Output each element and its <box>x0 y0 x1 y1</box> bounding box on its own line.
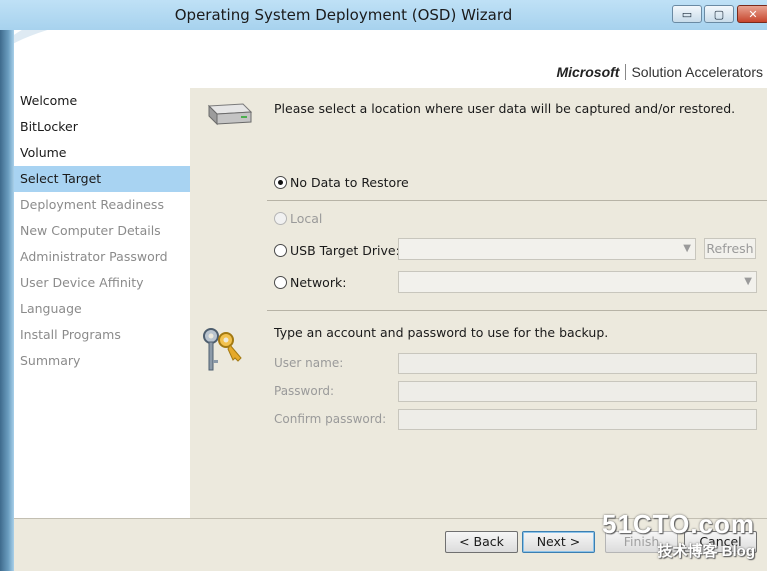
keys-icon <box>203 328 242 371</box>
brand-logo: Microsoft Solution Accelerators <box>556 64 763 80</box>
content-panel <box>190 88 767 518</box>
divider <box>267 310 767 311</box>
sidebar-item-bitlocker[interactable]: BitLocker <box>14 114 190 140</box>
confirm-password-label: Confirm password: <box>274 412 387 426</box>
sidebar-item-new-computer-details: New Computer Details <box>20 223 161 238</box>
chevron-down-icon: ▼ <box>744 276 752 287</box>
usb-drive-select: ▼ <box>398 238 696 260</box>
window-title: Operating System Deployment (OSD) Wizard <box>174 6 513 24</box>
no-data-label[interactable]: No Data to Restore <box>290 175 409 190</box>
back-button[interactable]: < Back <box>445 531 518 553</box>
watermark-line1: 51CTO.com <box>601 509 755 539</box>
username-label: User name: <box>274 356 344 370</box>
network-radio[interactable]: Network: <box>274 275 346 290</box>
location-prompt: Please select a location where user data… <box>274 101 736 116</box>
radio-icon <box>274 212 287 225</box>
password-input <box>398 381 757 402</box>
window-frame <box>0 0 14 571</box>
sidebar-item-select-target[interactable]: Select Target <box>14 166 190 192</box>
wizard-window: Operating System Deployment (OSD) Wizard… <box>0 0 767 571</box>
password-label: Password: <box>274 384 335 398</box>
network-path-select: ▼ <box>398 271 757 293</box>
next-button[interactable]: Next > <box>522 531 595 553</box>
chevron-down-icon: ▼ <box>683 243 691 254</box>
sidebar-item-volume[interactable]: Volume <box>14 140 190 166</box>
sidebar-item-summary: Summary <box>20 353 81 368</box>
refresh-button: Refresh <box>704 238 756 259</box>
local-label: Local <box>290 211 323 226</box>
close-button[interactable]: ✕ <box>737 5 767 23</box>
title-bar[interactable]: Operating System Deployment (OSD) Wizard… <box>0 0 767 30</box>
maximize-button[interactable]: ▢ <box>704 5 734 23</box>
sidebar-item-welcome[interactable]: Welcome <box>14 88 190 114</box>
credentials-prompt: Type an account and password to use for … <box>274 325 609 340</box>
sidebar-item-deployment-readiness: Deployment Readiness <box>20 197 164 212</box>
banner-graphic <box>14 30 259 88</box>
microsoft-logo: Microsoft <box>556 64 627 80</box>
network-label[interactable]: Network: <box>290 275 346 290</box>
usb-target-label[interactable]: USB Target Drive: <box>290 243 400 258</box>
minimize-button[interactable]: ▭ <box>672 5 702 23</box>
usb-target-radio[interactable]: USB Target Drive: <box>274 243 400 258</box>
sidebar-item-administrator-password: Administrator Password <box>20 249 168 264</box>
header-banner: Microsoft Solution Accelerators <box>14 30 767 88</box>
sidebar-item-user-device-affinity: User Device Affinity <box>20 275 144 290</box>
no-data-radio[interactable]: No Data to Restore <box>274 175 409 190</box>
hard-drive-icon <box>207 103 253 126</box>
watermark: 51CTO.com 技术博客 Blog <box>602 509 755 561</box>
wizard-steps-sidebar: Welcome BitLocker Volume Select Target D… <box>14 88 190 518</box>
brand-product: Solution Accelerators <box>631 64 763 80</box>
watermark-line2: 技术博客 Blog <box>657 543 756 560</box>
username-input <box>398 353 757 374</box>
radio-icon[interactable] <box>274 276 287 289</box>
radio-icon[interactable] <box>274 244 287 257</box>
divider <box>267 200 767 201</box>
confirm-password-input <box>398 409 757 430</box>
local-radio: Local <box>274 211 322 226</box>
sidebar-item-install-programs: Install Programs <box>20 327 121 342</box>
radio-checked-icon[interactable] <box>274 176 287 189</box>
sidebar-item-language: Language <box>20 301 82 316</box>
